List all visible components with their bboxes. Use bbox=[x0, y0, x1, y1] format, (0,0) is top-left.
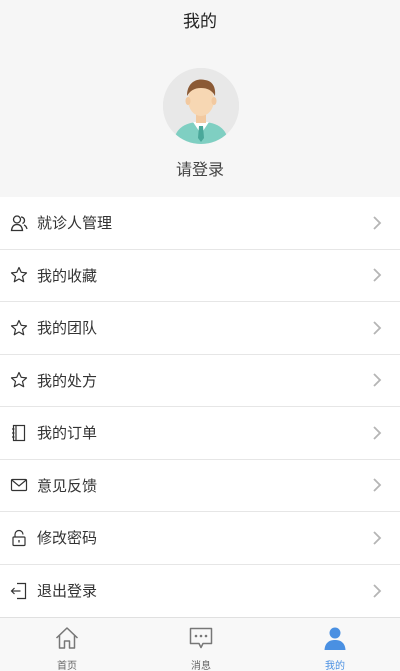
bottom-tab-bar: 首页 消息 我的 bbox=[0, 617, 400, 671]
menu-item-label: 我的处方 bbox=[37, 371, 98, 390]
menu-item-feedback[interactable]: 意见反馈 bbox=[0, 460, 400, 512]
message-icon bbox=[189, 627, 213, 649]
tab-label: 我的 bbox=[325, 661, 345, 671]
chevron-right-icon bbox=[373, 584, 382, 598]
menu-item-patients[interactable]: 就诊人管理 bbox=[0, 197, 400, 250]
menu-item-label: 我的收藏 bbox=[37, 266, 98, 285]
star-icon bbox=[10, 319, 28, 336]
tab-home[interactable]: 首页 bbox=[27, 618, 107, 671]
tab-label: 消息 bbox=[191, 661, 211, 671]
chevron-right-icon bbox=[373, 216, 382, 230]
menu-item-label: 我的团队 bbox=[37, 319, 98, 338]
patients-icon bbox=[10, 215, 28, 231]
chevron-right-icon bbox=[373, 426, 382, 440]
tab-label: 首页 bbox=[57, 661, 77, 671]
menu-item-logout[interactable]: 退出登录 bbox=[0, 565, 400, 618]
menu-item-prescriptions[interactable]: 我的处方 bbox=[0, 355, 400, 407]
menu-item-label: 退出登录 bbox=[37, 582, 98, 601]
chevron-right-icon bbox=[373, 321, 382, 335]
chevron-right-icon bbox=[373, 373, 382, 387]
star-icon bbox=[10, 267, 28, 283]
mail-icon bbox=[10, 479, 28, 492]
star-icon bbox=[10, 372, 28, 388]
lock-icon bbox=[12, 529, 26, 546]
menu-item-team[interactable]: 我的团队 bbox=[0, 302, 400, 355]
menu-item-label: 意见反馈 bbox=[37, 476, 98, 495]
tab-messages[interactable]: 消息 bbox=[161, 618, 241, 671]
user-avatar-icon[interactable] bbox=[163, 68, 239, 144]
home-icon bbox=[55, 627, 79, 649]
menu-item-label: 就诊人管理 bbox=[37, 214, 113, 233]
chevron-right-icon bbox=[373, 478, 382, 492]
page: 我的 请登录 就诊人管理 我的收藏 我的团队 我的处方 我的订单 意见反馈 修改… bbox=[0, 0, 400, 671]
page-title: 我的 bbox=[183, 12, 217, 32]
chevron-right-icon bbox=[373, 268, 382, 282]
chevron-right-icon bbox=[373, 531, 382, 545]
tab-mine[interactable]: 我的 bbox=[295, 618, 375, 671]
menu-item-favorites[interactable]: 我的收藏 bbox=[0, 250, 400, 302]
login-prompt[interactable]: 请登录 bbox=[0, 156, 400, 180]
menu-list: 就诊人管理 我的收藏 我的团队 我的处方 我的订单 意见反馈 修改密码 退出登录 bbox=[0, 197, 400, 617]
logout-icon bbox=[10, 582, 27, 599]
notebook-icon bbox=[12, 424, 26, 441]
menu-item-orders[interactable]: 我的订单 bbox=[0, 407, 400, 460]
user-icon bbox=[324, 627, 346, 650]
menu-item-change-password[interactable]: 修改密码 bbox=[0, 512, 400, 565]
menu-item-label: 修改密码 bbox=[37, 529, 98, 548]
menu-item-label: 我的订单 bbox=[37, 424, 98, 443]
